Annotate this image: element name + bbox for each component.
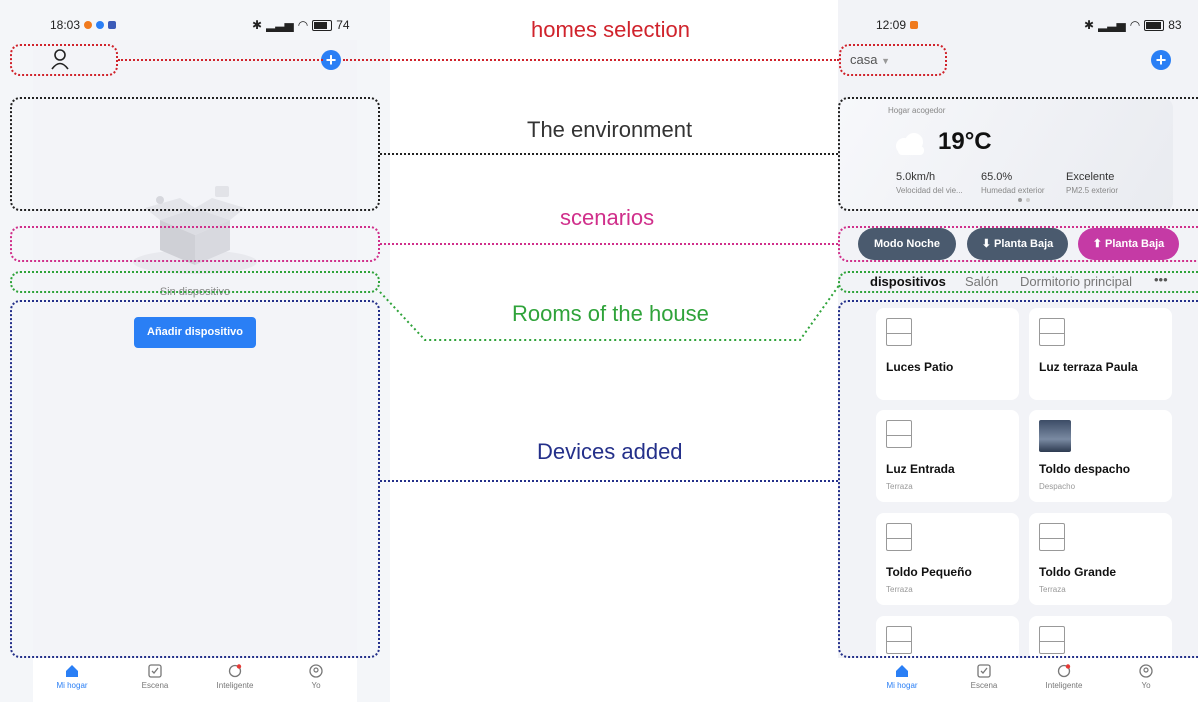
nav-scene-label: Escena [970, 681, 998, 690]
nav-me[interactable]: Yo [1116, 664, 1176, 690]
system-icons-left: ✱ ▂▃▅ ◠ 74 [252, 18, 350, 32]
nav-scene[interactable]: Escena [125, 664, 185, 690]
app-icon [108, 21, 117, 29]
nav-home[interactable]: Mi hogar [872, 664, 932, 690]
status-bar-right: 12:09 [876, 18, 919, 32]
system-icons-right: ✱ ▂▃▅ ◠ 83 [1084, 18, 1182, 32]
environment-box-left [10, 97, 380, 211]
bottom-nav-left: Mi hogar Escena Inteligente Yo [33, 658, 357, 702]
devices-box-left [10, 300, 380, 658]
nav-smart-label: Inteligente [1045, 681, 1083, 690]
notification-icon [910, 21, 919, 29]
add-plus-button[interactable]: + [1151, 50, 1171, 70]
rooms-box-left [10, 271, 380, 293]
homes-connector [118, 59, 323, 61]
smart-icon [1057, 664, 1071, 678]
nav-me-label: Yo [311, 681, 321, 690]
bluetooth-icon: ✱ [252, 18, 263, 32]
smart-icon [228, 664, 242, 678]
status-bar-left: 18:03 [50, 18, 117, 32]
profile-icon [309, 664, 323, 678]
wifi-icon: ◠ [1129, 18, 1141, 32]
bottom-nav-right: Mi hogar Escena Inteligente Yo [838, 658, 1198, 702]
home-icon [66, 665, 78, 677]
nav-smart[interactable]: Inteligente [1034, 664, 1094, 690]
status-time: 12:09 [876, 18, 907, 32]
battery-level: 83 [1168, 18, 1182, 32]
nav-smart[interactable]: Inteligente [205, 664, 265, 690]
home-icon [896, 665, 908, 677]
nav-me[interactable]: Yo [286, 664, 346, 690]
nav-scene-label: Escena [141, 681, 169, 690]
scene-icon [148, 664, 162, 678]
scene-icon [977, 664, 991, 678]
homes-box-right [839, 44, 947, 76]
label-environment: The environment [527, 117, 693, 142]
label-devices: Devices added [537, 439, 683, 464]
nav-home-label: Mi hogar [886, 681, 918, 690]
telegram-icon [96, 21, 105, 29]
signal-icon: ▂▃▅ [1098, 18, 1126, 32]
nav-smart-label: Inteligente [216, 681, 254, 690]
environment-box-right [838, 97, 1198, 211]
wifi-icon: ◠ [297, 18, 309, 32]
label-rooms: Rooms of the house [512, 301, 709, 326]
homes-box-left [10, 44, 118, 76]
bluetooth-icon: ✱ [1084, 18, 1095, 32]
nav-me-label: Yo [1141, 681, 1151, 690]
devices-box-right [838, 300, 1198, 658]
scenarios-box-left [10, 226, 380, 262]
battery-icon [312, 19, 333, 31]
add-plus-button[interactable]: + [321, 50, 341, 70]
environment-connector [380, 153, 838, 155]
label-scenarios: scenarios [560, 205, 655, 230]
rooms-box-right [838, 271, 1198, 293]
scenarios-box-right [838, 226, 1198, 262]
nav-home[interactable]: Mi hogar [42, 664, 102, 690]
signal-icon: ▂▃▅ [266, 18, 294, 32]
profile-icon [1139, 664, 1153, 678]
status-time: 18:03 [50, 18, 81, 32]
nav-home-label: Mi hogar [56, 681, 88, 690]
battery-icon [1144, 19, 1165, 31]
homes-connector [343, 59, 839, 61]
nav-scene[interactable]: Escena [954, 664, 1014, 690]
scenarios-connector [380, 243, 838, 245]
notification-icon [84, 21, 93, 29]
battery-level: 74 [336, 18, 350, 32]
devices-connector [380, 480, 838, 482]
label-homes: homes selection [531, 17, 690, 42]
